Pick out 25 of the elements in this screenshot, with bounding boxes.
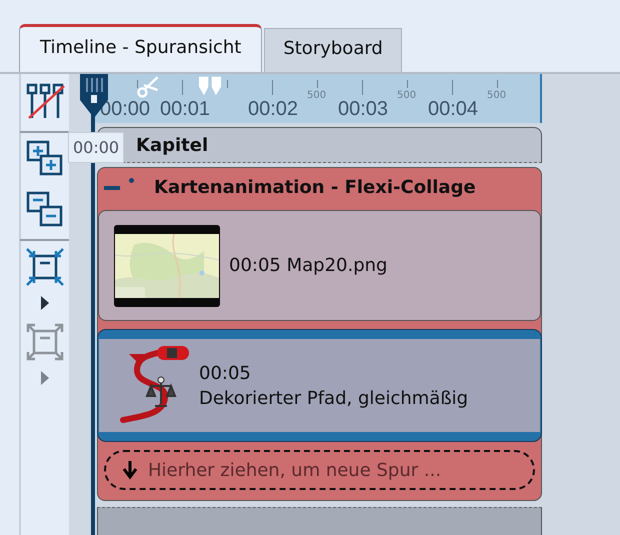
- marker-icon[interactable]: [197, 75, 223, 97]
- clip-label: 00:05 Map20.png: [229, 255, 388, 276]
- group-title: Kartenanimation - Flexi-Collage: [154, 177, 476, 198]
- tab[interactable]: Storyboard: [264, 28, 402, 72]
- tracks-crossed-icon[interactable]: [25, 82, 65, 122]
- tick-label: 500: [397, 90, 416, 101]
- tab[interactable]: Timeline - Spuransicht: [19, 24, 262, 72]
- tick-label: 500: [487, 90, 506, 101]
- clip[interactable]: 00:05 Dekorierter Pfad, gleichmäßig: [98, 330, 541, 441]
- time-label: 00:04: [428, 99, 478, 119]
- dot-icon: [129, 178, 134, 183]
- time-label: 00:03: [338, 99, 388, 119]
- time-tooltip: 00:00: [68, 132, 124, 163]
- group-header[interactable]: Kartenanimation - Flexi-Collage: [97, 167, 542, 207]
- clip[interactable]: 00:05 Map20.png: [98, 210, 541, 321]
- clip-duration: 00:05: [199, 362, 252, 384]
- tick-label: 500: [307, 90, 326, 101]
- time-label: 00:01: [160, 99, 210, 119]
- chapter-title: Kapitel: [136, 134, 208, 156]
- down-arrow-icon: [122, 460, 138, 480]
- clip-label: Dekorierter Pfad, gleichmäßig: [199, 388, 468, 408]
- drop-zone-hint: Hierher ziehen, um neue Spur ...: [148, 460, 442, 480]
- compress-icon[interactable]: [25, 247, 65, 287]
- submenu-arrow-icon[interactable]: [40, 295, 50, 311]
- time-label: 00:02: [248, 99, 298, 119]
